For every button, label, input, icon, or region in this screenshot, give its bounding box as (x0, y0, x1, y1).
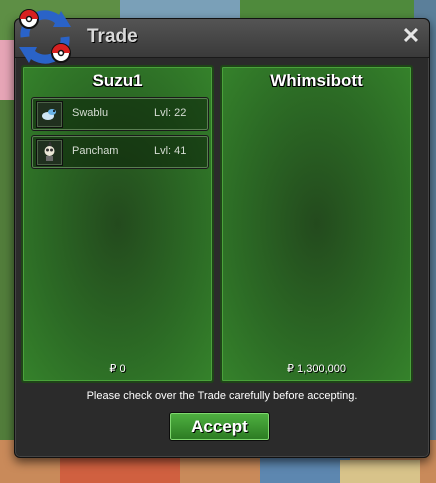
item-name: Pancham (72, 145, 119, 157)
item-level: Lvl: 22 (154, 107, 187, 119)
swablu-icon (36, 101, 63, 128)
trade-item-pancham[interactable]: Pancham Lvl: 41 (31, 135, 209, 169)
accept-button[interactable]: Accept (169, 412, 270, 441)
window-title: Trade (87, 26, 138, 47)
left-money-offer: ₽ 0 (109, 363, 126, 375)
right-trade-panel: Whimsibott ₽ 1,300,000 (220, 65, 413, 383)
left-trader-name: Suzu1 (92, 71, 143, 90)
trade-notice: Please check over the Trade carefully be… (86, 390, 358, 402)
left-trade-panel: Suzu1 Swablu Lvl: 22 Pancham Lvl: 41 ₽ 0 (21, 65, 214, 383)
close-icon[interactable]: ✕ (401, 25, 421, 47)
trade-window: Trade ✕ Suzu1 Swablu Lvl: 22 Pancham Lvl… (14, 9, 430, 458)
item-level: Lvl: 41 (154, 145, 187, 157)
trade-item-swablu[interactable]: Swablu Lvl: 22 (31, 97, 209, 131)
trade-logo-icon (19, 9, 71, 64)
pancham-icon (36, 139, 63, 166)
right-money-offer: ₽ 1,300,000 (287, 363, 346, 375)
item-name: Swablu (72, 107, 109, 119)
right-trader-name: Whimsibott (270, 71, 363, 90)
